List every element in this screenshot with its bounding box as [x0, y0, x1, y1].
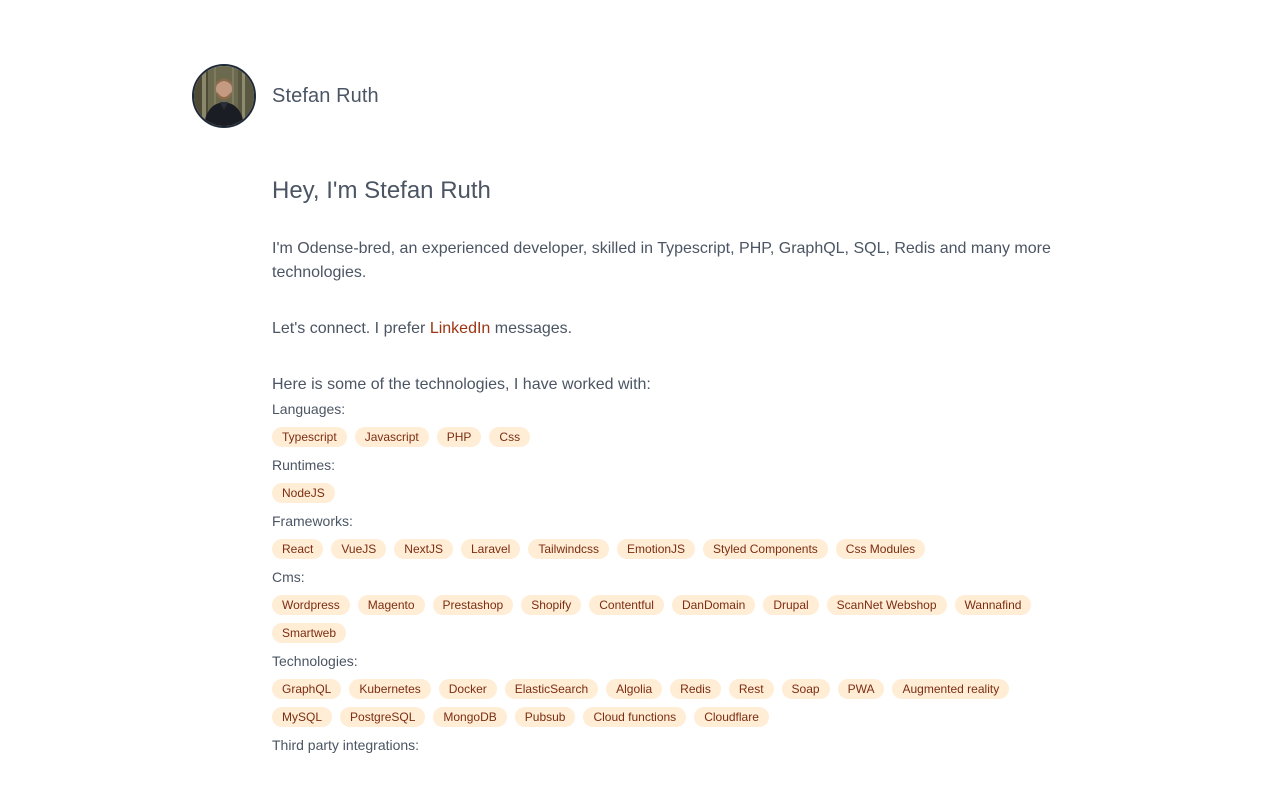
technology-tag: Kubernetes	[349, 679, 431, 699]
technology-group-label: Technologies:	[272, 653, 358, 669]
technology-tag: EmotionJS	[617, 539, 696, 559]
tag-list: GraphQL Kubernetes Docker ElasticSearch Algo…	[272, 679, 1062, 727]
technology-tag: PostgreSQL	[340, 707, 426, 727]
page: Stefan Ruth Hey, I'm Stefan Ruth I'm Ode…	[0, 0, 1280, 800]
technology-tag: React	[272, 539, 324, 559]
technology-tag: Pubsub	[514, 707, 576, 727]
technology-tag: Css Modules	[835, 539, 926, 559]
technology-tag: PWA	[837, 679, 885, 699]
technology-tag: MySQL	[272, 707, 333, 727]
site-name[interactable]: Stefan Ruth	[272, 85, 379, 108]
technology-tag: Prestashop	[432, 595, 514, 615]
technology-group: Technologies: GraphQL Kubernetes Docker Elas…	[272, 651, 1072, 727]
technology-tag: Css	[489, 427, 531, 447]
tag-list: NodeJS	[272, 483, 1062, 503]
technology-tag: Cloud functions	[583, 707, 687, 727]
avatar[interactable]	[192, 64, 256, 128]
technology-tag: VueJS	[331, 539, 387, 559]
technology-tag: MongoDB	[433, 707, 507, 727]
technology-tag: Styled Components	[703, 539, 828, 559]
technology-tag: Tailwindcss	[528, 539, 610, 559]
connect-text-before: Let's connect. I prefer	[272, 320, 430, 337]
technologies-intro: Here is some of the technologies, I have…	[272, 376, 651, 393]
technology-group: Cms: Wordpress Magento Prestashop Shopify Con…	[272, 567, 1072, 643]
technology-tag: Docker	[438, 679, 497, 699]
technology-tag: Algolia	[606, 679, 663, 699]
technology-groups: Languages: Typescript Javascript PHP Css Runt…	[272, 399, 1072, 755]
technology-group: Languages: Typescript Javascript PHP Css	[272, 399, 1072, 447]
technology-tag: ScanNet Webshop	[826, 595, 947, 615]
site-header: Stefan Ruth	[192, 64, 379, 128]
technology-group-label: Runtimes:	[272, 457, 336, 473]
technology-tag: Cloudflare	[694, 707, 769, 727]
technology-tag: DanDomain	[671, 595, 756, 615]
technology-tag: NodeJS	[272, 483, 335, 503]
technology-tag: Drupal	[763, 595, 819, 615]
tag-list: Typescript Javascript PHP Css	[272, 427, 1062, 447]
page-title: Hey, I'm Stefan Ruth	[272, 177, 491, 204]
technology-tag: Javascript	[354, 427, 429, 447]
linkedin-link[interactable]: LinkedIn	[430, 320, 491, 337]
technology-tag: GraphQL	[272, 679, 342, 699]
tag-list: React VueJS NextJS Laravel Tailwindcss Emotio…	[272, 539, 1062, 559]
connect-text-after: messages.	[490, 320, 573, 337]
technology-group-label: Cms:	[272, 569, 305, 585]
technology-tag: Augmented reality	[892, 679, 1010, 699]
technology-group-label: Languages:	[272, 401, 346, 417]
technology-tag: Smartweb	[272, 623, 347, 643]
technology-tag: Magento	[357, 595, 425, 615]
technology-group-label: Frameworks:	[272, 513, 353, 529]
connect-text: Let's connect. I prefer LinkedIn message…	[272, 317, 1072, 341]
technology-group: Frameworks: React VueJS NextJS Laravel Tailwi…	[272, 511, 1072, 559]
main-content: Hey, I'm Stefan Ruth I'm Odense-bred, an…	[272, 175, 1072, 763]
technology-tag: Laravel	[460, 539, 521, 559]
technology-tag: Typescript	[272, 427, 347, 447]
technology-tag: Wannafind	[954, 595, 1032, 615]
technology-tag: ElasticSearch	[504, 679, 599, 699]
technology-tag: PHP	[436, 427, 482, 447]
technology-tag: Shopify	[521, 595, 582, 615]
technology-group: Third party integrations:	[272, 735, 1072, 755]
technology-tag: Contentful	[589, 595, 664, 615]
technology-tag: NextJS	[394, 539, 453, 559]
technology-tag: Soap	[781, 679, 830, 699]
tag-list: Wordpress Magento Prestashop Shopify Content…	[272, 595, 1062, 643]
technology-tag: Redis	[670, 679, 721, 699]
avatar-photo	[194, 66, 254, 126]
intro-text: I'm Odense-bred, an experienced develope…	[272, 240, 1051, 281]
technology-tag: Rest	[728, 679, 774, 699]
technology-tag: Wordpress	[272, 595, 350, 615]
technology-group: Runtimes: NodeJS	[272, 455, 1072, 503]
technology-group-label: Third party integrations:	[272, 737, 420, 753]
